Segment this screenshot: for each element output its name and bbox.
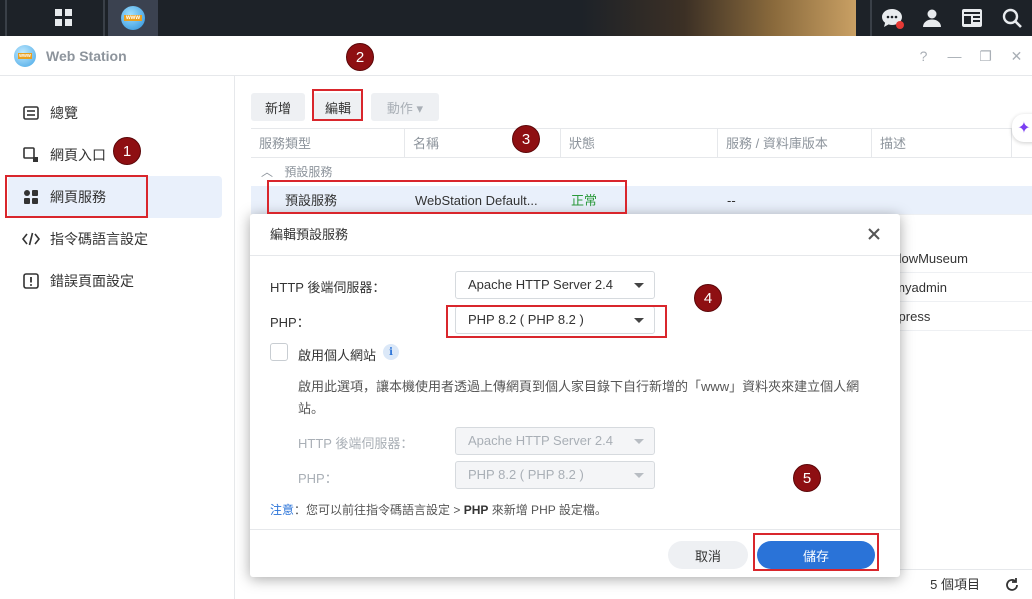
portal-icon [22, 146, 40, 164]
chevron-down-icon [634, 473, 644, 478]
service-icon [22, 188, 40, 206]
edit-default-service-dialog: 編輯預設服務 HTTP 後端伺服器： Apache HTTP Server 2.… [250, 214, 900, 577]
grid-header: 服務類型 名稱 狀態 服務 / 資料庫版本 描述 [251, 128, 1032, 158]
note-prefix: 注意 [270, 503, 295, 517]
overview-icon [22, 104, 40, 122]
main-menu-button[interactable] [24, 0, 104, 36]
search-icon [1002, 8, 1022, 28]
window-titlebar: www Web Station ? — ❐ ✕ [0, 36, 1032, 76]
close-icon[interactable] [868, 224, 880, 245]
dialog-header: 編輯預設服務 [250, 214, 900, 256]
taskbar-divider [5, 0, 7, 36]
refresh-button[interactable] [1004, 577, 1020, 596]
chevron-up-icon: ︿ [261, 165, 274, 179]
cancel-button[interactable]: 取消 [668, 541, 748, 569]
window-title: Web Station [46, 47, 127, 64]
http-backend-select[interactable]: Apache HTTP Server 2.4 [455, 271, 655, 299]
minimize-button[interactable]: — [939, 48, 970, 64]
chevron-down-icon [634, 283, 644, 288]
personal-php-select[interactable]: PHP 8.2 ( PHP 8.2 ) [455, 461, 655, 489]
enable-personal-website-label: 啟用個人網站 [298, 348, 377, 363]
group-label: 預設服務 [284, 165, 333, 179]
personal-http-backend-label: HTTP 後端伺服器： [298, 436, 414, 451]
chevron-down-icon [634, 439, 644, 444]
cell-version: -- [727, 193, 736, 208]
step-marker-4: 4 [694, 284, 722, 312]
cell-name: WebStation Default... [415, 193, 538, 208]
user-button[interactable] [912, 0, 952, 36]
notification-dot [896, 21, 904, 29]
cell-status: 正常 [571, 193, 598, 208]
search-button[interactable] [992, 0, 1032, 36]
note-text-2: 來新增 PHP 設定檔。 [488, 503, 607, 517]
web-station-icon: www [121, 6, 145, 30]
step-marker-1: 1 [113, 137, 141, 165]
sidebar-item-label: 錯誤頁面設定 [50, 273, 134, 289]
action-menu-button[interactable]: 動作 ▾ [371, 93, 439, 121]
taskbar: www [0, 0, 1032, 36]
personal-http-backend-select[interactable]: Apache HTTP Server 2.4 [455, 427, 655, 455]
help-button[interactable]: ? [908, 48, 939, 64]
personal-php-label: PHP： [298, 471, 338, 486]
enable-personal-website-checkbox[interactable] [270, 343, 288, 361]
dialog-footer: 取消 儲存 [250, 529, 900, 577]
notifications-button[interactable] [872, 0, 912, 36]
http-backend-value: Apache HTTP Server 2.4 [468, 277, 613, 292]
close-window-button[interactable]: ✕ [1001, 48, 1032, 65]
table-row[interactable]: 預設服務 WebStation Default... 正常 -- [251, 186, 1032, 215]
note-bold: PHP [463, 503, 489, 517]
cell-type: 預設服務 [285, 193, 338, 208]
dialog-title: 編輯預設服務 [270, 227, 349, 242]
desktop-wallpaper [170, 0, 856, 36]
personal-http-backend-value: Apache HTTP Server 2.4 [468, 433, 613, 448]
personal-php-value: PHP 8.2 ( PHP 8.2 ) [468, 467, 584, 482]
code-icon [22, 230, 40, 248]
web-station-logo-icon: www [14, 44, 36, 67]
taskbar-web-station[interactable]: www [108, 0, 158, 36]
step-marker-2: 2 [346, 43, 374, 71]
column-header-status[interactable]: 狀態 [561, 129, 718, 158]
group-row-default-services[interactable]: ︿ 預設服務 [251, 159, 1032, 185]
php-value: PHP 8.2 ( PHP 8.2 ) [468, 312, 584, 327]
app-grid-icon [55, 9, 72, 26]
sidebar-item-script-language[interactable]: 指令碼語言設定 [8, 218, 222, 260]
personal-website-description: 啟用此選項，讓本機使用者透過上傳網頁到個人家目錄下自行新增的「www」資料夾來建… [298, 379, 860, 416]
sidebar-item-web-service[interactable]: 網頁服務 [8, 176, 222, 218]
sidebar-item-error-page[interactable]: 錯誤頁面設定 [8, 260, 222, 302]
item-count: 5 個項目 [930, 577, 980, 592]
sidebar-item-label: 網頁服務 [50, 189, 106, 205]
note-text: 注意：您可以前往指令碼語言設定 > PHP 來新增 PHP 設定檔。 [270, 501, 607, 518]
sidebar-item-label: 網頁入口 [50, 147, 106, 163]
column-header-type[interactable]: 服務類型 [251, 129, 405, 158]
php-select[interactable]: PHP 8.2 ( PHP 8.2 ) [455, 306, 655, 334]
column-header-version[interactable]: 服務 / 資料庫版本 [718, 129, 872, 158]
column-header-description[interactable]: 描述 [872, 129, 1012, 158]
new-button[interactable]: 新增 [251, 93, 305, 121]
chevron-down-icon [634, 318, 644, 323]
refresh-icon [1006, 578, 1018, 591]
ai-assistant-button[interactable]: ✦ [1012, 114, 1032, 142]
taskbar-divider [103, 0, 105, 36]
widgets-icon [962, 9, 982, 27]
php-label: PHP： [270, 315, 310, 330]
info-icon[interactable]: i [383, 344, 399, 360]
widgets-button[interactable] [952, 0, 992, 36]
user-icon [923, 9, 941, 27]
error-page-icon [22, 272, 40, 290]
http-backend-label: HTTP 後端伺服器： [270, 280, 386, 295]
sparkle-icon: ✦ [1017, 120, 1031, 137]
sidebar-item-label: 指令碼語言設定 [50, 231, 148, 247]
save-button[interactable]: 儲存 [757, 541, 875, 569]
sidebar-item-overview[interactable]: 總覽 [8, 92, 222, 134]
note-text-1: ：您可以前往指令碼語言設定 > [294, 503, 464, 517]
sidebar-item-label: 總覽 [50, 105, 78, 121]
step-marker-3: 3 [512, 125, 540, 153]
edit-button[interactable]: 編輯 [313, 93, 363, 121]
maximize-button[interactable]: ❐ [970, 48, 1001, 65]
step-marker-5: 5 [793, 464, 821, 492]
